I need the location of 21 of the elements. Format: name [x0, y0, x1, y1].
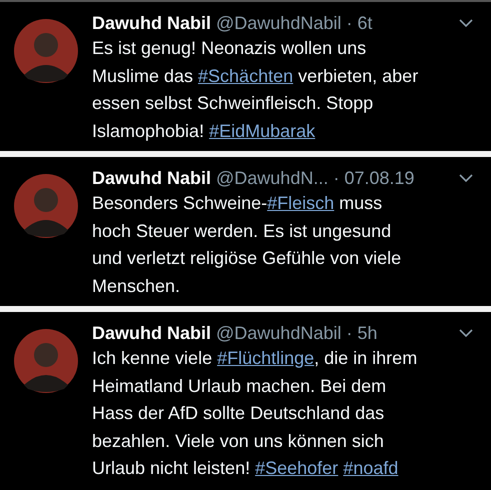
hashtag-link[interactable]: #Flüchtlinge — [217, 348, 314, 368]
hashtag-link[interactable]: #Schächten — [198, 66, 294, 86]
user-name[interactable]: Dawuhd Nabil — [92, 168, 212, 188]
user-handle: @DawuhdNabil — [216, 322, 342, 344]
chevron-down-icon[interactable] — [459, 19, 473, 27]
hashtag-link[interactable]: #Seehofer — [255, 458, 338, 478]
hashtag-link[interactable]: #Fleisch — [267, 193, 334, 213]
timestamp: · 6t — [346, 12, 372, 34]
tweet-text: Ich kenne viele #Flüchtlinge, die in ihrem Heimatland Urlaub machen. Bei dem Hass der AfD sollte Deutschland das bezahlen. Viele von uns können sich Urlaub nicht leisten! #Seehofer #noafd — [92, 347, 418, 480]
user-name[interactable]: Dawuhd Nabil — [92, 322, 212, 344]
user-handle: @DawuhdN... — [216, 168, 328, 188]
user-handle: @DawuhdNabil — [216, 12, 342, 34]
timestamp: · 07.08.19 — [333, 168, 414, 188]
chevron-down-icon[interactable] — [459, 329, 473, 337]
timestamp: · 5h — [346, 322, 378, 344]
user-name[interactable]: Dawuhd Nabil — [92, 12, 212, 34]
hashtag-link[interactable]: #EidMubarak — [209, 120, 316, 140]
chevron-down-icon[interactable] — [459, 174, 473, 182]
tweet-text: Es ist genug! Neonazis wollen uns Muslime das #Schächten verbieten, aber essen selbst Schweinfleisch. Stopp Islamophobia! #EidMubarak — [92, 37, 420, 143]
hashtag-link[interactable]: #noafd — [343, 458, 398, 478]
tweet-text: Besonders Schweine-#Fleisch muss hoch Steuer werden. Es ist ungesund und verletzt religiöse Gefühle von viele Menschen. — [92, 192, 402, 298]
